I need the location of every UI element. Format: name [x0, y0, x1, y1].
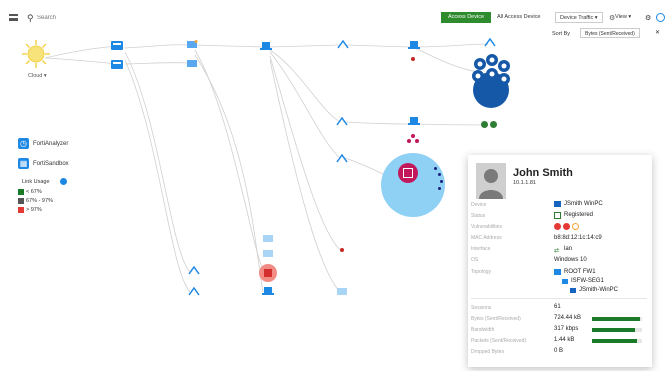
switch-icon[interactable] [186, 40, 198, 49]
high-vuln-badge[interactable] [563, 223, 570, 230]
stat-key: Dropped Bytes [471, 349, 505, 355]
legend-range-label: > 97% [26, 207, 42, 213]
sub-device-dots [432, 167, 446, 193]
interface-value: lan [564, 246, 573, 252]
row-key: OS [471, 257, 479, 263]
access-point-icon[interactable] [337, 40, 349, 49]
legend-swatch [18, 207, 24, 213]
switch-icon[interactable] [262, 234, 274, 243]
packets-value: 1.44 kB [554, 337, 575, 343]
fortianalyzer-label[interactable]: FortiAnalyzer [33, 141, 68, 147]
topology-root[interactable]: ROOT FW1 [564, 269, 596, 275]
fortianalyzer-icon[interactable]: ◷ [18, 138, 29, 149]
user-name: John Smith [513, 167, 573, 179]
bandwidth-value: 317 kbps [554, 326, 579, 332]
fortigate-icon[interactable] [111, 60, 123, 69]
topology-switch[interactable]: ISFW-SEG1 [571, 278, 604, 284]
chip-icon [403, 168, 413, 178]
cloud-label[interactable]: Cloud ▾ [28, 73, 47, 79]
fortigate-icon[interactable] [111, 41, 123, 50]
fortigate-icon [554, 269, 561, 275]
user-detail-card: John Smith 10.1.1.81 Device JSmith WinPC… [468, 155, 652, 367]
stat-key: Bytes (Sent/Received) [471, 316, 521, 322]
access-point-icon[interactable] [188, 266, 200, 275]
medium-vuln-badge[interactable] [572, 223, 579, 230]
os-value: Windows 10 [554, 257, 587, 263]
switch-icon[interactable] [262, 249, 274, 258]
access-point-icon[interactable] [484, 38, 496, 47]
legend-swatch [18, 198, 24, 204]
laptop-icon[interactable] [260, 42, 272, 51]
windows-icon [570, 288, 576, 293]
dropped-bytes-value: 0 B [554, 348, 564, 354]
user-ip: 10.1.1.81 [513, 180, 536, 186]
user-group-icon[interactable] [407, 134, 421, 144]
legend-swatch [18, 189, 24, 195]
device-name[interactable]: JSmith WinPC [564, 201, 603, 207]
switch-icon[interactable] [186, 59, 198, 68]
stat-key: Packets (Sent/Received) [471, 338, 527, 344]
bytes-value: 724.44 kB [554, 315, 582, 321]
stat-key: Sessions [471, 305, 492, 311]
switch-icon [562, 279, 568, 284]
status-value: Registered [564, 212, 594, 218]
stat-key: Bandwidth [471, 327, 495, 333]
sessions-value: 61 [554, 304, 561, 310]
laptop-icon[interactable] [408, 117, 420, 126]
windows-icon [554, 201, 561, 207]
info-icon[interactable] [60, 178, 67, 185]
fortisandbox-icon[interactable]: ▦ [18, 158, 29, 169]
alert-dot [340, 248, 344, 252]
cloud-icon[interactable] [21, 39, 51, 69]
access-point-icon[interactable] [188, 287, 200, 296]
row-key: Status [471, 213, 486, 219]
switch-icon[interactable] [336, 287, 348, 296]
alert-device-icon [264, 269, 272, 277]
legend-range-label: 67% - 97% [26, 198, 53, 204]
legend-range-label: < 67% [26, 189, 42, 195]
mac-address: b8:8d:12:1c:14:c9 [554, 235, 602, 241]
status-dots [481, 121, 499, 129]
access-point-icon[interactable] [336, 154, 348, 163]
row-key: Topology [471, 269, 492, 275]
fortisandbox-label[interactable]: FortiSandbox [33, 161, 69, 167]
row-key: Vulnerabilities [471, 224, 502, 230]
bandwidth-bar [592, 328, 642, 332]
row-key: Interface [471, 246, 491, 252]
row-key: MAC Address [471, 235, 502, 241]
bytes-bar [592, 317, 642, 321]
row-key: Device [471, 202, 487, 208]
laptop-icon[interactable] [262, 287, 274, 296]
device-cluster-icon[interactable] [470, 52, 516, 108]
critical-vuln-badge[interactable] [554, 223, 561, 230]
avatar [476, 163, 506, 199]
ethernet-icon: ⇄ [554, 248, 560, 254]
packets-bar [592, 339, 642, 343]
access-point-icon[interactable] [336, 117, 348, 126]
shield-icon [554, 212, 561, 219]
laptop-icon[interactable] [408, 41, 420, 50]
topology-device[interactable]: JSmith-WinPC [579, 287, 618, 293]
link-usage-label: Link Usage [22, 179, 50, 185]
divider [471, 298, 647, 299]
alert-dot [411, 57, 415, 61]
